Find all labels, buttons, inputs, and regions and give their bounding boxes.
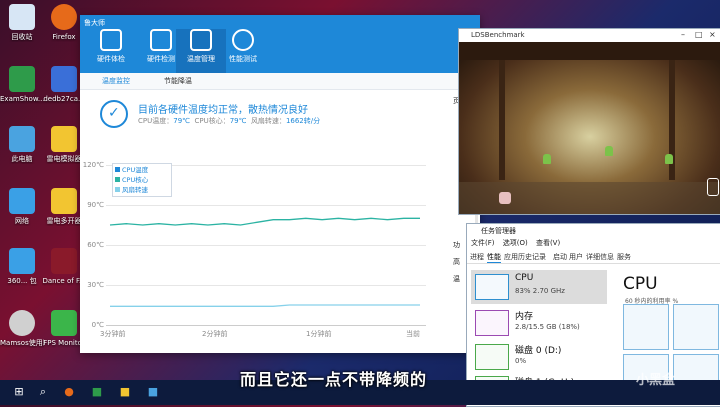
cpu-temp-value: 79℃ (173, 117, 191, 125)
desktop-icon-recycle-bin[interactable]: 回收站 (0, 4, 44, 42)
computer-icon (9, 126, 35, 152)
monitor-icon (100, 29, 122, 51)
watermark: 小黑盒 (636, 373, 676, 388)
menu-view[interactable]: 查看(V) (536, 239, 560, 247)
folder-icon[interactable]: ■ (118, 385, 132, 399)
fan-speed-value: 1662转/分 (285, 117, 321, 125)
y-tick-label: 30℃ (87, 281, 104, 289)
x-tick-label: 1分钟前 (306, 330, 332, 338)
toolbar: 鲁大师 硬件体检 硬件检测 温度管理 性能测试 (80, 15, 480, 73)
desktop-icon-examshow[interactable]: ExamShow... (0, 66, 44, 104)
ldmulti-icon (51, 188, 77, 214)
cpu-thumbnail (475, 274, 509, 300)
tm-tabs: 进程 性能 应用历史记录 启动 用户 详细信息 服务 (467, 251, 720, 264)
android-robot (665, 154, 673, 164)
series-line-0 (109, 217, 420, 226)
close-icon[interactable]: × (709, 30, 716, 39)
thermometer-icon (190, 29, 212, 51)
game-icon (51, 248, 77, 274)
examshow-icon (9, 66, 35, 92)
app-icon[interactable]: ■ (90, 385, 104, 399)
resource-disk-0[interactable]: 磁盘 0 (D:) 0% (471, 340, 607, 374)
android-robot (605, 146, 613, 156)
legend-item: 风扇转速 (115, 185, 169, 195)
network-icon (9, 188, 35, 214)
tm-menu: 文件(F) 选项(O) 查看(V) (471, 238, 566, 248)
partial-text: 温 (453, 275, 460, 283)
firefox-icon (51, 4, 77, 30)
tab-details[interactable]: 详细信息 (586, 252, 614, 262)
tab-app-history[interactable]: 应用历史记录 (504, 252, 546, 262)
mamsos-icon (9, 310, 35, 336)
memory-thumbnail (475, 310, 509, 336)
tool-performance[interactable]: 性能测试 (218, 29, 268, 64)
legend-item: CPU核心 (115, 175, 169, 185)
check-icon: ✓ (100, 100, 128, 128)
tab-startup[interactable]: 启动 (553, 252, 567, 262)
desktop-icon-mamsos[interactable]: Mamsos使用助手软件 (0, 310, 44, 348)
chart-legend: CPU温度 CPU核心 风扇转速 (112, 163, 172, 197)
status-headline: 目前各硬件温度均正常，散热情况良好 (138, 105, 308, 116)
tm-titlebar: 任务管理器 (481, 227, 516, 235)
tab-temp-monitor[interactable]: 温度监控 (102, 76, 130, 86)
y-tick-label: 60℃ (87, 241, 104, 249)
maximize-icon[interactable]: □ (695, 30, 703, 39)
chip-icon (150, 29, 172, 51)
resource-cpu[interactable]: CPU 83% 2.70 GHz (471, 270, 607, 304)
search-icon[interactable]: ⌕ (36, 385, 50, 399)
y-tick-label: 0℃ (91, 321, 104, 329)
tool-hardware-checkup[interactable]: 硬件体检 (86, 29, 136, 64)
video-subtitle: 而且它还一点不带降频的 (240, 370, 428, 389)
desktop-icon-360[interactable]: 360... 包 (0, 248, 44, 286)
mouse-icon (707, 178, 719, 196)
status-details: CPU温度：79℃ CPU核心：79℃ 风扇转速：1662转/分 (138, 117, 321, 125)
series-line-1 (110, 304, 420, 307)
desktop-icons: 回收站 Firefox ExamShow... dedb27ca... 此电脑 … (0, 0, 90, 380)
tab-bar: 温度监控 节能降温 (80, 73, 480, 90)
desktop-icon-this-pc[interactable]: 此电脑 (0, 126, 44, 164)
character-sprite (499, 192, 511, 204)
android-robot (543, 154, 551, 164)
window-icon[interactable]: ■ (146, 385, 160, 399)
gauge-icon (232, 29, 254, 51)
partial-text: 高 (453, 258, 460, 266)
package-icon (9, 248, 35, 274)
cpu-core-value: 79℃ (229, 117, 247, 125)
core-graph (673, 304, 719, 350)
x-tick-label: 3分钟前 (100, 330, 126, 338)
benchmark-scene (459, 42, 720, 214)
ldplayer-icon (51, 126, 77, 152)
minimize-icon[interactable]: – (681, 30, 685, 39)
disk-thumbnail (475, 344, 509, 370)
y-tick-label: 90℃ (87, 201, 104, 209)
cpu-header: CPU (623, 274, 658, 294)
tab-energy-saving[interactable]: 节能降温 (164, 76, 192, 86)
tab-performance[interactable]: 性能 (487, 252, 501, 263)
master-lu-window: 鲁大师 硬件体检 硬件检测 温度管理 性能测试 温度监控 节能降温 ✓ 目前各硬… (80, 15, 480, 353)
lds-title: LDSBenchmark (471, 31, 525, 39)
tab-processes[interactable]: 进程 (470, 252, 484, 262)
x-tick-label: 2分钟前 (202, 330, 228, 338)
start-icon[interactable]: ⊞ (12, 385, 26, 399)
fps-monitor-icon (51, 310, 77, 336)
menu-options[interactable]: 选项(O) (503, 239, 528, 247)
recycle-bin-icon (9, 4, 35, 30)
tab-services[interactable]: 服务 (617, 252, 631, 262)
tab-users[interactable]: 用户 (569, 252, 583, 262)
x-tick-label: 当前 (406, 330, 420, 338)
lds-benchmark-window: LDSBenchmark – □ × (458, 28, 720, 215)
core-graph (623, 304, 669, 350)
lds-titlebar: LDSBenchmark – □ × (459, 29, 720, 42)
file-icon (51, 66, 77, 92)
y-tick-label: 120℃ (82, 161, 104, 169)
legend-item: CPU温度 (115, 165, 169, 175)
partial-text: 功 (453, 241, 460, 249)
app-title: 鲁大师 (84, 19, 105, 27)
desktop-icon-network[interactable]: 网络 (0, 188, 44, 226)
resource-memory[interactable]: 内存 2.8/15.5 GB (18%) (471, 306, 607, 340)
menu-file[interactable]: 文件(F) (471, 239, 495, 247)
firefox-icon[interactable]: ● (62, 385, 76, 399)
